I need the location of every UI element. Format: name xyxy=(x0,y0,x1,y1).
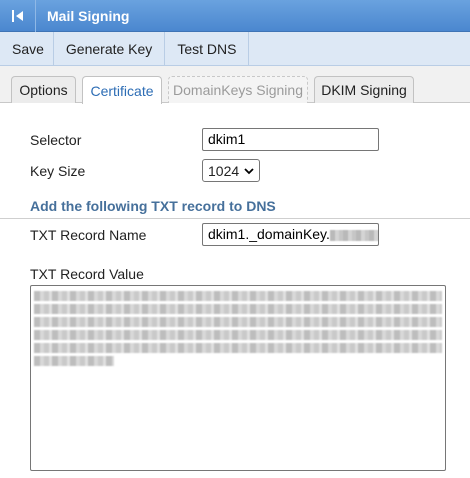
toolbar: Save Generate Key Test DNS xyxy=(0,32,470,66)
txt-record-name-label: TXT Record Name xyxy=(30,227,147,243)
title-bar: Mail Signing xyxy=(0,0,470,32)
txt-record-value-textarea[interactable] xyxy=(30,285,446,471)
tab-certificate[interactable]: Certificate xyxy=(82,76,162,104)
txt-record-name-input[interactable]: dkim1._domainKey. xyxy=(202,223,379,246)
txt-record-value-label: TXT Record Value xyxy=(30,266,144,282)
key-size-value: 1024 xyxy=(208,162,240,179)
chevron-down-icon xyxy=(244,167,254,174)
redacted-line xyxy=(34,317,442,327)
certificate-panel: Selector dkim1 Key Size 1024 Add the fol… xyxy=(0,103,470,478)
collapse-left-button[interactable] xyxy=(0,0,36,32)
collapse-left-icon xyxy=(11,9,23,22)
redacted-line xyxy=(34,304,442,314)
tab-dkim-signing[interactable]: DKIM Signing xyxy=(314,76,414,103)
section-divider xyxy=(0,218,470,219)
section-heading: Add the following TXT record to DNS xyxy=(30,198,276,214)
redacted-line xyxy=(34,330,442,340)
test-dns-button[interactable]: Test DNS xyxy=(165,32,250,65)
redacted-line xyxy=(34,356,114,366)
tab-domainkeys-signing: DomainKeys Signing xyxy=(168,76,308,103)
redacted-line xyxy=(34,343,442,353)
selector-label: Selector xyxy=(30,132,82,148)
selector-input[interactable]: dkim1 xyxy=(202,128,379,151)
key-size-select[interactable]: 1024 xyxy=(202,159,260,182)
tab-strip: Options Certificate DomainKeys Signing D… xyxy=(0,66,470,104)
generate-key-button[interactable]: Generate Key xyxy=(54,32,166,65)
redacted-text xyxy=(329,229,378,241)
txt-record-name-value: dkim1._domainKey. xyxy=(208,226,330,242)
key-size-label: Key Size xyxy=(30,163,86,179)
save-button[interactable]: Save xyxy=(0,32,54,65)
tab-options[interactable]: Options xyxy=(11,76,76,103)
redacted-line xyxy=(34,291,442,301)
window-title: Mail Signing xyxy=(47,7,130,24)
